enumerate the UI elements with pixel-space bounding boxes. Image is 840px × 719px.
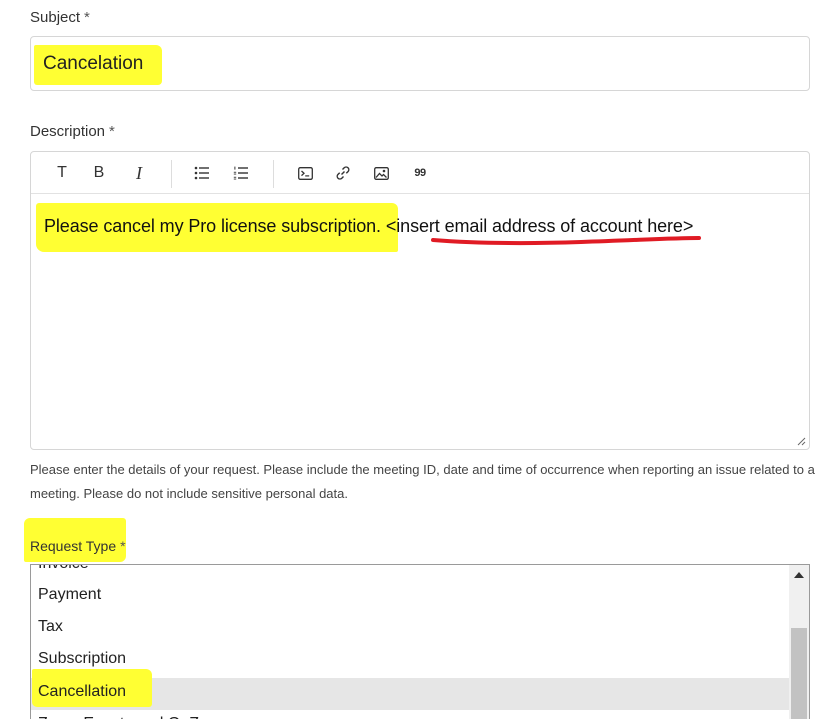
subject-label: Subject * (30, 9, 90, 26)
resize-handle-icon[interactable] (796, 436, 806, 446)
required-mark: * (120, 538, 126, 554)
numbered-list-icon (233, 166, 248, 180)
image-icon (373, 166, 389, 180)
code-block-icon (297, 166, 313, 180)
list-item[interactable]: Tax (31, 611, 789, 643)
list-item[interactable]: Payment (31, 579, 789, 611)
toolbar-divider (171, 160, 172, 188)
subject-input[interactable]: Cancelation (30, 36, 810, 91)
list-item-cancellation[interactable]: Cancellation (31, 676, 789, 708)
scroll-up-button[interactable] (789, 565, 809, 585)
list-item[interactable]: Zoom Events and OnZoom (31, 708, 789, 719)
bold-icon: B (93, 164, 105, 181)
list-item[interactable]: Invoice (31, 565, 789, 580)
image-button[interactable] (367, 152, 395, 194)
code-block-button[interactable] (291, 152, 319, 194)
numbered-list-button[interactable] (227, 152, 255, 194)
quote-button[interactable]: 99 (406, 152, 434, 194)
italic-icon: I (136, 162, 142, 183)
quote-icon: 99 (414, 167, 426, 179)
red-underline-annotation (431, 236, 701, 246)
description-editor[interactable]: T B I 99 Please cancel my Pro license su… (30, 151, 810, 450)
required-mark: * (84, 9, 90, 26)
request-type-label: Request Type * (30, 538, 126, 554)
description-label-text: Description (30, 123, 106, 140)
subject-label-text: Subject (30, 9, 81, 26)
request-type-listbox[interactable]: Invoice Payment Tax Subscription Cancell… (30, 564, 810, 719)
link-button[interactable] (329, 152, 357, 194)
description-label: Description * (30, 123, 115, 140)
bullet-list-icon (194, 166, 209, 180)
subject-value: Cancelation (43, 53, 144, 74)
required-mark: * (109, 123, 115, 140)
bold-button[interactable]: B (85, 152, 113, 194)
italic-button[interactable]: I (125, 152, 153, 194)
description-help-text: Please enter the details of your request… (30, 462, 815, 501)
arrow-up-icon (794, 572, 804, 578)
text-style-button[interactable]: T (48, 152, 76, 194)
editor-toolbar: T B I 99 (31, 152, 809, 194)
scrollbar[interactable] (789, 565, 809, 719)
text-style-icon: T (57, 164, 67, 181)
link-icon (336, 166, 350, 180)
scroll-thumb[interactable] (791, 628, 807, 719)
toolbar-divider (273, 160, 274, 188)
request-type-label-text: Request Type (30, 538, 117, 554)
description-body-highlighted: Please cancel my Pro license subscriptio… (44, 216, 381, 236)
bullet-list-button[interactable] (188, 152, 216, 194)
